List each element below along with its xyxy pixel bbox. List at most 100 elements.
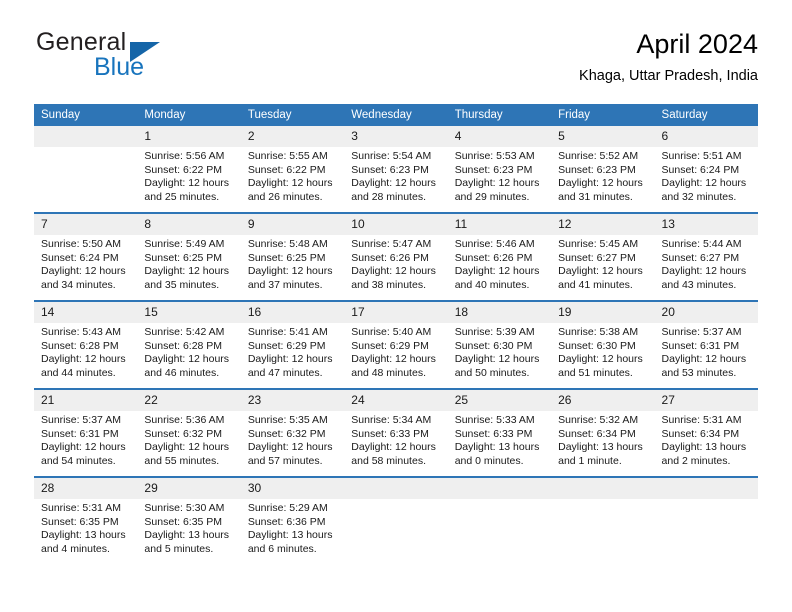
sunrise-text: Sunrise: 5:46 AM (454, 238, 535, 250)
daylight-text-line1: Daylight: 12 hours (558, 353, 643, 366)
day-cell[interactable]: 18 Sunrise: 5:39 AM Sunset: 6:30 PM Dayl… (447, 300, 552, 389)
day-number (447, 478, 552, 499)
day-number: 24 (344, 390, 448, 411)
day-cell[interactable]: 1 Sunrise: 5:56 AM Sunset: 6:22 PM Dayli… (137, 126, 241, 213)
day-cell[interactable]: 10 Sunrise: 5:47 AM Sunset: 6:26 PM Dayl… (344, 212, 448, 301)
day-cell[interactable]: 28 Sunrise: 5:31 AM Sunset: 6:35 PM Dayl… (34, 476, 138, 564)
day-cell[interactable]: 30 Sunrise: 5:29 AM Sunset: 6:36 PM Dayl… (240, 476, 345, 564)
daylight-text-line2: and 1 minute. (558, 454, 622, 467)
day-cell[interactable] (34, 126, 138, 213)
sunset-text: Sunset: 6:29 PM (247, 339, 326, 352)
day-cell[interactable]: 26 Sunrise: 5:32 AM Sunset: 6:34 PM Dayl… (551, 388, 655, 477)
day-cell[interactable]: 14 Sunrise: 5:43 AM Sunset: 6:28 PM Dayl… (34, 300, 138, 389)
day-cell[interactable] (447, 476, 552, 564)
daylight-text-line2: and 32 minutes. (661, 190, 737, 203)
general-blue-logo[interactable]: General Blue (34, 28, 254, 90)
sunset-text: Sunset: 6:34 PM (661, 427, 740, 440)
daylight-text-line2: and 47 minutes. (247, 366, 323, 379)
sunset-text: Sunset: 6:28 PM (41, 339, 119, 352)
week-row: 28 Sunrise: 5:31 AM Sunset: 6:35 PM Dayl… (34, 476, 758, 564)
logo-text-blue: Blue (94, 53, 145, 81)
sunset-text: Sunset: 6:34 PM (558, 427, 636, 440)
week-row: 1 Sunrise: 5:56 AM Sunset: 6:22 PM Dayli… (34, 126, 758, 213)
weekday-header-wednesday: Wednesday (344, 104, 448, 126)
day-details: Sunrise: 5:37 AM Sunset: 6:31 PM Dayligh… (655, 323, 758, 380)
daylight-text-line2: and 58 minutes. (351, 454, 426, 467)
sunrise-text: Sunrise: 5:38 AM (558, 326, 639, 338)
day-cell[interactable]: 15 Sunrise: 5:42 AM Sunset: 6:28 PM Dayl… (137, 300, 241, 389)
day-cell[interactable]: 25 Sunrise: 5:33 AM Sunset: 6:33 PM Dayl… (447, 388, 552, 477)
day-details: Sunrise: 5:33 AM Sunset: 6:33 PM Dayligh… (448, 411, 551, 468)
day-cell[interactable] (551, 476, 655, 564)
day-cell[interactable]: 9 Sunrise: 5:48 AM Sunset: 6:25 PM Dayli… (240, 212, 345, 301)
daylight-text-line1: Daylight: 12 hours (247, 353, 333, 366)
day-cell[interactable]: 2 Sunrise: 5:55 AM Sunset: 6:22 PM Dayli… (240, 126, 345, 213)
day-cell[interactable]: 4 Sunrise: 5:53 AM Sunset: 6:23 PM Dayli… (447, 126, 552, 213)
daylight-text-line1: Daylight: 12 hours (41, 441, 126, 454)
sunset-text: Sunset: 6:32 PM (247, 427, 326, 440)
daylight-text-line2: and 46 minutes. (144, 366, 220, 379)
day-cell[interactable]: 27 Sunrise: 5:31 AM Sunset: 6:34 PM Dayl… (654, 388, 758, 477)
sunset-text: Sunset: 6:35 PM (144, 515, 223, 528)
day-details: Sunrise: 5:38 AM Sunset: 6:30 PM Dayligh… (551, 323, 654, 380)
day-number: 8 (137, 214, 241, 235)
day-cell[interactable]: 7 Sunrise: 5:50 AM Sunset: 6:24 PM Dayli… (34, 212, 138, 301)
day-number: 17 (344, 302, 448, 323)
day-cell[interactable]: 6 Sunrise: 5:51 AM Sunset: 6:24 PM Dayli… (654, 126, 758, 213)
day-details (551, 499, 654, 502)
daylight-text-line1: Daylight: 12 hours (558, 177, 643, 190)
daylight-text-line1: Daylight: 13 hours (454, 441, 540, 454)
day-cell[interactable]: 8 Sunrise: 5:49 AM Sunset: 6:25 PM Dayli… (137, 212, 241, 301)
day-cell[interactable]: 23 Sunrise: 5:35 AM Sunset: 6:32 PM Dayl… (240, 388, 345, 477)
week-row: 21 Sunrise: 5:37 AM Sunset: 6:31 PM Dayl… (34, 388, 758, 477)
sunrise-text: Sunrise: 5:53 AM (454, 150, 535, 162)
day-cell[interactable]: 17 Sunrise: 5:40 AM Sunset: 6:29 PM Dayl… (344, 300, 448, 389)
day-cell[interactable] (344, 476, 448, 564)
sunrise-text: Sunrise: 5:41 AM (247, 326, 328, 338)
daylight-text-line1: Daylight: 12 hours (144, 353, 230, 366)
sunrise-text: Sunrise: 5:39 AM (454, 326, 535, 338)
day-details: Sunrise: 5:30 AM Sunset: 6:35 PM Dayligh… (137, 499, 240, 556)
day-cell[interactable]: 29 Sunrise: 5:30 AM Sunset: 6:35 PM Dayl… (137, 476, 241, 564)
day-cell[interactable]: 5 Sunrise: 5:52 AM Sunset: 6:23 PM Dayli… (551, 126, 655, 213)
daylight-text-line1: Daylight: 13 hours (661, 441, 747, 454)
day-cell[interactable]: 16 Sunrise: 5:41 AM Sunset: 6:29 PM Dayl… (240, 300, 345, 389)
day-cell[interactable]: 3 Sunrise: 5:54 AM Sunset: 6:23 PM Dayli… (344, 126, 448, 213)
day-cell[interactable]: 13 Sunrise: 5:44 AM Sunset: 6:27 PM Dayl… (654, 212, 758, 301)
day-cell[interactable]: 21 Sunrise: 5:37 AM Sunset: 6:31 PM Dayl… (34, 388, 138, 477)
day-cell[interactable]: 22 Sunrise: 5:36 AM Sunset: 6:32 PM Dayl… (137, 388, 241, 477)
day-cell[interactable] (654, 476, 758, 564)
day-details (655, 499, 758, 502)
day-number (344, 478, 448, 499)
day-details: Sunrise: 5:42 AM Sunset: 6:28 PM Dayligh… (137, 323, 240, 380)
day-cell[interactable]: 12 Sunrise: 5:45 AM Sunset: 6:27 PM Dayl… (551, 212, 655, 301)
weekday-header-saturday: Saturday (654, 104, 758, 126)
day-cell[interactable]: 11 Sunrise: 5:46 AM Sunset: 6:26 PM Dayl… (447, 212, 552, 301)
sunset-text: Sunset: 6:29 PM (351, 339, 429, 352)
day-number: 29 (137, 478, 241, 499)
sunrise-text: Sunrise: 5:47 AM (351, 238, 432, 250)
day-details: Sunrise: 5:47 AM Sunset: 6:26 PM Dayligh… (344, 235, 447, 292)
sunset-text: Sunset: 6:36 PM (247, 515, 326, 528)
sunrise-text: Sunrise: 5:31 AM (661, 414, 742, 426)
daylight-text-line1: Daylight: 12 hours (247, 441, 333, 454)
sunrise-text: Sunrise: 5:48 AM (247, 238, 328, 250)
day-number: 2 (240, 126, 345, 147)
day-cell[interactable]: 19 Sunrise: 5:38 AM Sunset: 6:30 PM Dayl… (551, 300, 655, 389)
day-number: 22 (137, 390, 241, 411)
sunset-text: Sunset: 6:23 PM (351, 163, 429, 176)
daylight-text-line2: and 51 minutes. (558, 366, 633, 379)
sunset-text: Sunset: 6:33 PM (351, 427, 429, 440)
day-number: 23 (240, 390, 345, 411)
day-cell[interactable]: 24 Sunrise: 5:34 AM Sunset: 6:33 PM Dayl… (344, 388, 448, 477)
day-details: Sunrise: 5:41 AM Sunset: 6:29 PM Dayligh… (241, 323, 344, 380)
daylight-text-line2: and 34 minutes. (41, 278, 116, 291)
daylight-text-line2: and 43 minutes. (661, 278, 737, 291)
day-details: Sunrise: 5:44 AM Sunset: 6:27 PM Dayligh… (655, 235, 758, 292)
day-details: Sunrise: 5:39 AM Sunset: 6:30 PM Dayligh… (448, 323, 551, 380)
day-cell[interactable]: 20 Sunrise: 5:37 AM Sunset: 6:31 PM Dayl… (654, 300, 758, 389)
sunset-text: Sunset: 6:22 PM (144, 163, 223, 176)
sunrise-text: Sunrise: 5:37 AM (661, 326, 742, 338)
day-number: 26 (551, 390, 655, 411)
daylight-text-line1: Daylight: 12 hours (454, 353, 540, 366)
